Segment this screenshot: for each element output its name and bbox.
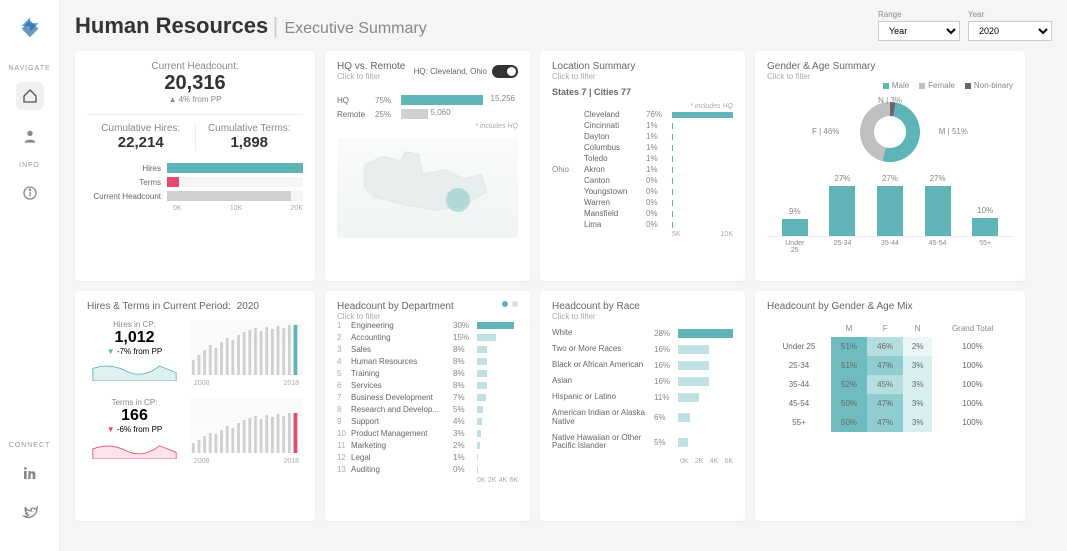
hires-cp-value: 1,012	[87, 329, 182, 347]
dept-row[interactable]: 4Human Resources8%	[337, 357, 518, 366]
race-row[interactable]: Black or African American16%	[552, 361, 733, 370]
terms-sparkline[interactable]: 20082018	[190, 398, 303, 453]
filter-range-label: Range	[878, 10, 960, 19]
filter-year-select[interactable]: 2020	[968, 21, 1052, 41]
dept-row[interactable]: 6Services8%	[337, 381, 518, 390]
dept-row[interactable]: 9Support4%	[337, 417, 518, 426]
age-bar[interactable]: 27%	[829, 186, 855, 236]
heatmap-row[interactable]: 55+50%47%3%100%	[767, 413, 1013, 432]
card-heatmap: Headcount by Gender & Age Mix MFNGrand T…	[755, 291, 1025, 521]
dept-row[interactable]: 3Sales8%	[337, 345, 518, 354]
location-row[interactable]: Columbus1%	[552, 143, 733, 152]
filter-bar: Range Year Year 2020	[878, 10, 1052, 41]
nav-linkedin[interactable]	[16, 459, 44, 487]
hires-sparkline[interactable]: 20082018	[190, 320, 303, 375]
race-row[interactable]: White28%	[552, 329, 733, 338]
race-list[interactable]: White28% Two or More Races16% Black or Afr…	[552, 329, 733, 451]
nav-info[interactable]	[16, 179, 44, 207]
location-row[interactable]: Mansfield0%	[552, 209, 733, 218]
heatmap-row[interactable]: 45-5450%47%3%100%	[767, 394, 1013, 413]
location-table[interactable]: Cleveland76% Cincinnati1% Dayton1% Columbus…	[552, 110, 733, 229]
terms-cp-value: 166	[87, 407, 182, 425]
race-row[interactable]: Asian16%	[552, 377, 733, 386]
logo	[16, 12, 44, 40]
header: Human Resources | Executive Summary Rang…	[75, 10, 1052, 41]
card-hq-remote: HQ vs. Remote Click to filter HQ: Clevel…	[325, 51, 530, 281]
nav-user[interactable]	[16, 122, 44, 150]
location-row[interactable]: Dayton1%	[552, 132, 733, 141]
filter-range-select[interactable]: Year	[878, 21, 960, 41]
race-row[interactable]: Two or More Races16%	[552, 345, 733, 354]
nav-twitter[interactable]	[16, 499, 44, 527]
location-row[interactable]: Warren0%	[552, 198, 733, 207]
hq-bars[interactable]: HQ75%15,256 Remote25%5,060	[337, 95, 518, 119]
age-bar-chart[interactable]: 9% 27% 27% 27% 10%	[767, 177, 1013, 237]
age-bar[interactable]: 10%	[972, 218, 998, 236]
dept-row[interactable]: 7Business Development7%	[337, 393, 518, 402]
main-content: Human Resources | Executive Summary Rang…	[60, 0, 1067, 551]
location-row[interactable]: Cleveland76%	[552, 110, 733, 119]
card-race: Headcount by Race Click to filter White2…	[540, 291, 745, 521]
heatmap-row[interactable]: 35-4452%45%3%100%	[767, 375, 1013, 394]
page-title: Human Resources	[75, 13, 268, 38]
location-row[interactable]: Cincinnati1%	[552, 121, 733, 130]
cumulative-terms: 1,898	[196, 134, 304, 151]
heatmap-row[interactable]: 25-3451%47%3%100%	[767, 356, 1013, 375]
location-row[interactable]: Toledo1%	[552, 154, 733, 163]
cumulative-hires: 22,214	[87, 134, 195, 151]
age-bar[interactable]: 27%	[925, 186, 951, 236]
location-row[interactable]: Lima0%	[552, 220, 733, 229]
card-headcount-kpi: Current Headcount: 20,316 4% from PP Cum…	[75, 51, 315, 281]
race-row[interactable]: American Indian or Alaska Native6%	[552, 409, 733, 427]
location-row[interactable]: OhioAkron1%	[552, 165, 733, 174]
dept-row[interactable]: 8Research and Develop...5%	[337, 405, 518, 414]
carousel-dots[interactable]	[502, 301, 518, 321]
hq-toggle[interactable]	[492, 65, 518, 78]
dept-row[interactable]: 1Engineering30%	[337, 321, 518, 330]
card-gender-age: Gender & Age Summary Click to filter Mal…	[755, 51, 1025, 281]
map-visual[interactable]	[337, 138, 518, 238]
nav-section-navigate: NAVIGATE	[8, 65, 50, 72]
hq-location: HQ: Cleveland, Ohio	[414, 67, 487, 76]
race-row[interactable]: Native Hawaiian or Other Pacific Islande…	[552, 434, 733, 452]
dept-row[interactable]: 10Product Management3%	[337, 429, 518, 438]
location-row[interactable]: Canton0%	[552, 176, 733, 185]
dept-row[interactable]: 11Marketing2%	[337, 441, 518, 450]
location-row[interactable]: Youngstown0%	[552, 187, 733, 196]
nav-home[interactable]	[16, 82, 44, 110]
dept-row[interactable]: 13Auditing0%	[337, 465, 518, 474]
nav-section-info: INFO	[19, 162, 40, 169]
nav-section-connect: CONNECT	[9, 442, 51, 449]
race-row[interactable]: Hispanic or Latino11%	[552, 393, 733, 402]
kpi-bar-chart[interactable]: Hires Terms Current Headcount 0K10K20K	[87, 163, 303, 212]
dept-list[interactable]: 1Engineering30% 2Accounting15% 3Sales8% 4Hu…	[337, 321, 518, 474]
sidebar: NAVIGATE INFO CONNECT	[0, 0, 60, 551]
card-hires-terms-cp: Hires & Terms in Current Period: 2020 Hi…	[75, 291, 315, 521]
card-dept: Headcount by Department Click to filter …	[325, 291, 530, 521]
age-bar[interactable]: 27%	[877, 186, 903, 236]
heatmap-row[interactable]: Under 2551%46%2%100%	[767, 337, 1013, 356]
dept-row[interactable]: 12Legal1%	[337, 453, 518, 462]
age-bar[interactable]: 9%	[782, 219, 808, 236]
card-location: Location Summary Click to filter States …	[540, 51, 745, 281]
filter-year-label: Year	[968, 10, 1052, 19]
dept-row[interactable]: 2Accounting15%	[337, 333, 518, 342]
dept-row[interactable]: 5Training8%	[337, 369, 518, 378]
headcount-value: 20,316	[87, 72, 303, 95]
page-subtitle: Executive Summary	[284, 20, 426, 37]
heatmap-table[interactable]: MFNGrand Total Under 2551%46%2%100%25-34…	[767, 320, 1013, 432]
headcount-delta: 4% from PP	[87, 95, 303, 104]
gender-donut[interactable]: N | 3% M | 51% F | 46%	[767, 94, 1013, 169]
location-counts: States 7 | Cities 77	[552, 87, 733, 97]
